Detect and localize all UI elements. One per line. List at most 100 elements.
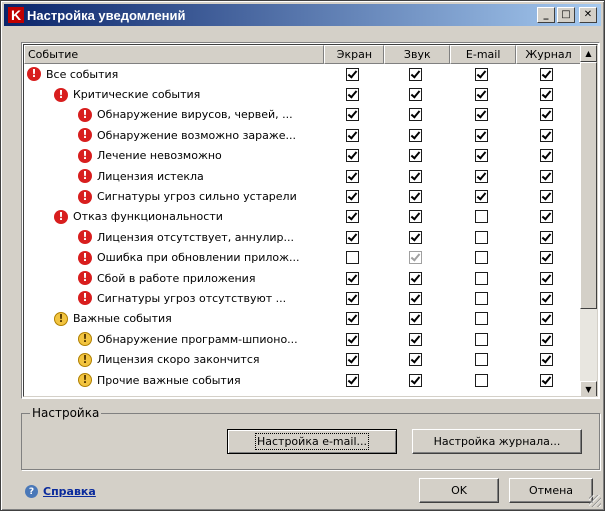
- screen-checkbox[interactable]: [345, 332, 359, 346]
- email-checkbox[interactable]: [474, 210, 488, 224]
- email-checkbox[interactable]: [474, 190, 488, 204]
- table-row[interactable]: ! Обнаружение возможно зараже...: [24, 125, 581, 145]
- journal-checkbox[interactable]: [540, 271, 553, 285]
- maximize-button[interactable]: □: [557, 7, 575, 23]
- table-row[interactable]: ! Лицензия скоро закончится: [24, 349, 581, 369]
- screen-checkbox[interactable]: [345, 353, 359, 367]
- journal-checkbox[interactable]: [540, 312, 553, 326]
- sound-checkbox[interactable]: [408, 190, 422, 204]
- minimize-button[interactable]: _: [537, 7, 555, 23]
- email-checkbox[interactable]: [474, 332, 488, 346]
- sound-checkbox[interactable]: [408, 332, 422, 346]
- screen-checkbox[interactable]: [345, 230, 359, 244]
- screen-checkbox[interactable]: [345, 128, 359, 142]
- sound-checkbox[interactable]: [408, 169, 422, 183]
- screen-checkbox[interactable]: [345, 67, 359, 81]
- table-row[interactable]: ! Лечение невозможно: [24, 146, 581, 166]
- help-link[interactable]: Справка: [43, 485, 96, 498]
- email-checkbox[interactable]: [474, 88, 488, 102]
- column-header-screen[interactable]: Экран: [324, 45, 385, 64]
- sound-checkbox[interactable]: [408, 128, 422, 142]
- email-checkbox[interactable]: [474, 169, 488, 183]
- journal-checkbox[interactable]: [540, 88, 553, 102]
- table-row[interactable]: ! Критические события: [24, 84, 581, 104]
- journal-settings-button[interactable]: Настройка журнала...: [412, 429, 582, 454]
- cancel-button[interactable]: Отмена: [509, 478, 593, 503]
- email-checkbox[interactable]: [474, 108, 488, 122]
- column-header-event[interactable]: Событие: [24, 45, 325, 64]
- help-link-area[interactable]: ? Справка: [25, 485, 96, 498]
- table-row[interactable]: ! Все события: [24, 64, 581, 84]
- sound-checkbox[interactable]: [408, 353, 422, 367]
- email-checkbox[interactable]: [474, 128, 488, 142]
- sound-checkbox[interactable]: [408, 210, 422, 224]
- email-checkbox[interactable]: [474, 230, 488, 244]
- email-checkbox[interactable]: [474, 373, 488, 387]
- sound-checkbox[interactable]: [408, 67, 422, 81]
- journal-checkbox[interactable]: [540, 190, 553, 204]
- resize-grip[interactable]: [589, 495, 601, 507]
- email-checkbox[interactable]: [474, 353, 488, 367]
- email-checkbox[interactable]: [474, 67, 488, 81]
- title-bar[interactable]: K Настройка уведомлений _ □ ✕: [4, 4, 601, 26]
- email-checkbox[interactable]: [474, 291, 488, 305]
- screen-checkbox[interactable]: [345, 149, 359, 163]
- sound-checkbox[interactable]: [408, 88, 422, 102]
- screen-checkbox[interactable]: [345, 291, 359, 305]
- table-row[interactable]: ! Отказ функциональности: [24, 207, 581, 227]
- column-header-email[interactable]: E-mail: [450, 45, 517, 64]
- email-checkbox[interactable]: [474, 251, 488, 265]
- column-header-sound[interactable]: Звук: [384, 45, 451, 64]
- sound-checkbox[interactable]: [408, 312, 422, 326]
- screen-checkbox[interactable]: [345, 312, 359, 326]
- sound-checkbox[interactable]: [408, 291, 422, 305]
- column-header-journal[interactable]: Журнал: [516, 45, 581, 64]
- journal-checkbox[interactable]: [540, 210, 553, 224]
- scroll-up-icon[interactable]: ▲: [580, 45, 597, 62]
- table-row[interactable]: ! Прочие важные события: [24, 370, 581, 390]
- journal-checkbox[interactable]: [540, 128, 553, 142]
- journal-checkbox[interactable]: [540, 353, 553, 367]
- screen-checkbox[interactable]: [345, 210, 359, 224]
- sound-checkbox[interactable]: [408, 251, 422, 265]
- journal-checkbox[interactable]: [540, 291, 553, 305]
- vertical-scrollbar[interactable]: ▲ ▼: [580, 45, 597, 396]
- email-settings-button[interactable]: Настройка e-mail...: [227, 429, 397, 454]
- email-checkbox[interactable]: [474, 149, 488, 163]
- table-row[interactable]: ! Лицензия истекла: [24, 166, 581, 186]
- journal-checkbox[interactable]: [540, 373, 553, 387]
- sound-checkbox[interactable]: [408, 108, 422, 122]
- screen-checkbox[interactable]: [345, 88, 359, 102]
- screen-checkbox[interactable]: [345, 271, 359, 285]
- close-button[interactable]: ✕: [579, 7, 597, 23]
- table-row[interactable]: ! Сбой в работе приложения: [24, 268, 581, 288]
- journal-checkbox[interactable]: [540, 251, 553, 265]
- scroll-thumb[interactable]: [580, 62, 597, 309]
- screen-checkbox[interactable]: [345, 190, 359, 204]
- journal-checkbox[interactable]: [540, 169, 553, 183]
- table-row[interactable]: ! Обнаружение вирусов, червей, ...: [24, 105, 581, 125]
- sound-checkbox[interactable]: [408, 149, 422, 163]
- journal-checkbox[interactable]: [540, 108, 553, 122]
- ok-button[interactable]: OK: [419, 478, 499, 503]
- journal-checkbox[interactable]: [540, 230, 553, 244]
- screen-checkbox[interactable]: [345, 251, 359, 265]
- table-row[interactable]: ! Сигнатуры угроз отсутствуют ...: [24, 288, 581, 308]
- table-row[interactable]: ! Сигнатуры угроз сильно устарели: [24, 186, 581, 206]
- email-checkbox[interactable]: [474, 312, 488, 326]
- sound-checkbox[interactable]: [408, 373, 422, 387]
- table-row[interactable]: ! Лицензия отсутствует, аннулир...: [24, 227, 581, 247]
- table-row[interactable]: ! Важные события: [24, 309, 581, 329]
- scroll-down-icon[interactable]: ▼: [580, 381, 597, 396]
- journal-checkbox[interactable]: [540, 332, 553, 346]
- journal-checkbox[interactable]: [540, 149, 553, 163]
- sound-checkbox[interactable]: [408, 230, 422, 244]
- screen-checkbox[interactable]: [345, 169, 359, 183]
- table-row[interactable]: ! Ошибка при обновлении прилож...: [24, 248, 581, 268]
- screen-checkbox[interactable]: [345, 373, 359, 387]
- email-checkbox[interactable]: [474, 271, 488, 285]
- screen-checkbox[interactable]: [345, 108, 359, 122]
- sound-checkbox[interactable]: [408, 271, 422, 285]
- journal-checkbox[interactable]: [540, 67, 553, 81]
- table-row[interactable]: ! Обнаружение программ-шпионо...: [24, 329, 581, 349]
